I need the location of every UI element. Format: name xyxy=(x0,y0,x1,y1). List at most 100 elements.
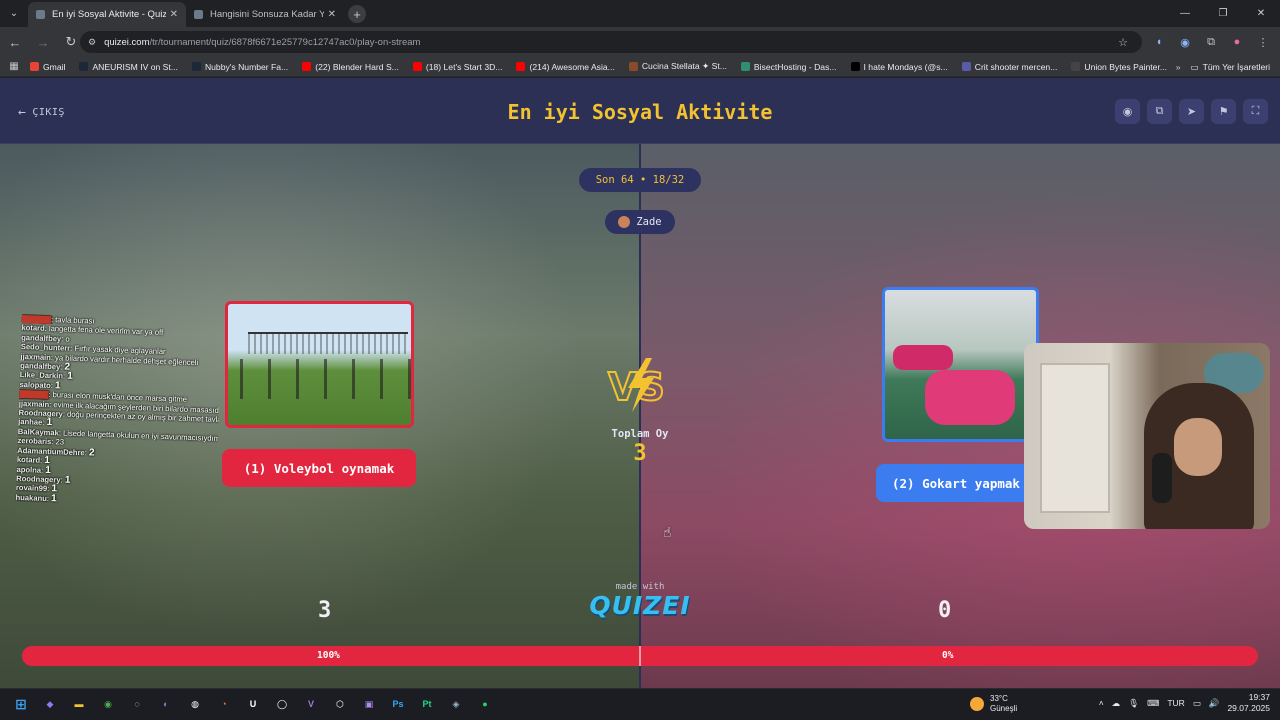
url-host: quizei.com xyxy=(104,36,150,48)
quizei-favicon-icon xyxy=(194,10,203,19)
close-tab-icon[interactable]: ✕ xyxy=(170,9,178,20)
chat-text: 2 xyxy=(88,447,95,459)
left-option-image[interactable] xyxy=(225,301,414,428)
weather-widget[interactable]: 33°C Güneşli xyxy=(970,694,1017,714)
bookmark-item[interactable]: Cucina Stellata ✦ St... xyxy=(628,61,727,72)
apps-grid-icon[interactable]: ▦ xyxy=(0,61,28,72)
keyboard-icon[interactable]: ⌨ xyxy=(1147,698,1159,709)
bookmark-star-icon[interactable]: ☆ xyxy=(1118,36,1128,49)
mic-tray-icon[interactable]: 🎙 xyxy=(1128,698,1139,709)
close-window-icon[interactable]: ✕ xyxy=(1242,0,1280,27)
github-icon[interactable]: ◯ xyxy=(271,693,293,715)
quizei-favicon-icon xyxy=(36,10,45,19)
restore-icon[interactable]: ❐ xyxy=(1204,0,1242,27)
bookmark-label: ANEURISM IV on St... xyxy=(92,61,178,72)
stream-chat-overlay: ▇▇▇▇▇: tavla burası kotard: langetta fena… xyxy=(15,314,221,509)
language-indicator[interactable]: TUR xyxy=(1167,698,1184,708)
mouse-cursor-icon: ☝ xyxy=(663,524,672,540)
streamer-webcam xyxy=(1024,343,1270,529)
share-send-icon[interactable]: ➤ xyxy=(1179,99,1204,124)
quizei-logo: QUIZEI xyxy=(589,591,691,620)
gokart-shape xyxy=(893,345,953,370)
blender-icon[interactable]: ◔ xyxy=(213,693,235,715)
bookmark-item[interactable]: Gmail xyxy=(30,62,65,72)
bookmarks-bar: ▦ Gmail ANEURISM IV on St... Nubby's Numbe… xyxy=(0,57,1280,77)
discord-icon[interactable]: ◐ xyxy=(155,693,177,715)
app-icon[interactable]: ◍ xyxy=(184,693,206,715)
bookmark-label: Nubby's Number Fa... xyxy=(204,61,289,72)
visual-studio-icon[interactable]: V xyxy=(300,693,322,715)
spotify-icon[interactable]: ● xyxy=(474,693,496,715)
copilot-icon[interactable]: ◆ xyxy=(39,693,61,715)
bookmark-label: I hate Mondays (@s... xyxy=(863,61,948,72)
bookmark-item[interactable]: Union Bytes Painter... xyxy=(1071,62,1167,72)
network-icon[interactable]: ▭ xyxy=(1193,698,1201,709)
close-tab-icon[interactable]: ✕ xyxy=(328,9,336,20)
tray-chevron-icon[interactable]: ˄ xyxy=(1099,698,1104,708)
report-flag-icon[interactable]: ⚑ xyxy=(1211,99,1236,124)
clock-date: 29.07.2025 xyxy=(1227,703,1270,713)
player-badge: Zade xyxy=(605,210,675,234)
volume-icon[interactable]: 🔊 xyxy=(1209,698,1220,709)
bookmark-item[interactable]: (18) Let's Start 3D... xyxy=(412,62,502,72)
bookmark-label: (22) Blender Hard S... xyxy=(315,61,399,72)
minimize-icon[interactable]: — xyxy=(1166,0,1204,27)
app-icon[interactable]: ⬡ xyxy=(329,693,351,715)
bookmarks-overflow-icon[interactable]: » xyxy=(1176,62,1181,72)
bookmark-item[interactable]: (22) Blender Hard S... xyxy=(302,62,399,72)
tab-search-chevron-icon[interactable]: ⌄ xyxy=(0,0,28,27)
tab-quizei[interactable]: En iyi Sosyal Aktivite - Quizei ✕ xyxy=(28,2,186,27)
twitch-icon[interactable]: ▣ xyxy=(358,693,380,715)
right-option-button[interactable]: (2) Gokart yapmak xyxy=(876,464,1036,502)
extension-icon[interactable]: ◉ xyxy=(1174,31,1196,53)
browser-menu-icon[interactable]: ⋮ xyxy=(1252,31,1274,53)
avatar xyxy=(618,216,631,228)
back-arrow-icon[interactable]: ← xyxy=(2,29,28,55)
file-explorer-icon[interactable]: ▬ xyxy=(68,693,90,715)
address-bar[interactable]: ⚙ quizei.com/tr/tournament/quiz/6878f667… xyxy=(80,31,1142,53)
bookmark-favicon-icon xyxy=(516,62,526,71)
bookmark-item[interactable]: Nubby's Number Fa... xyxy=(191,61,289,72)
chat-username: ▇▇▇▇▇ xyxy=(19,389,49,400)
new-tab-plus-icon[interactable]: + xyxy=(348,5,366,23)
eye-icon[interactable]: ◉ xyxy=(1115,99,1140,124)
gokart-shape xyxy=(925,370,1015,425)
chrome-icon[interactable]: ◉ xyxy=(97,693,119,715)
bookmark-item[interactable]: I hate Mondays (@s... xyxy=(850,61,948,72)
clock[interactable]: 19:37 29.07.2025 xyxy=(1227,692,1270,714)
fullscreen-icon[interactable]: ⛶ xyxy=(1243,99,1268,124)
bookmark-favicon-icon xyxy=(412,62,422,71)
cloud-icon[interactable]: ☁ xyxy=(1112,698,1121,709)
bookmarks-folder[interactable]: » ▭ Tüm Yer İşaretleri xyxy=(1176,57,1270,77)
bookmark-item[interactable]: Crit shooter mercen... xyxy=(961,62,1057,72)
bookmark-item[interactable]: BisectHosting - Das... xyxy=(740,62,837,72)
photoshop-icon[interactable]: Ps xyxy=(387,693,409,715)
browser-toolbar: ← → ↻ ⚙ quizei.com/tr/tournament/quiz/68… xyxy=(0,27,1280,57)
weather-desc: Güneşli xyxy=(990,704,1018,713)
bookmark-favicon-icon xyxy=(302,62,312,71)
unreal-icon[interactable]: U xyxy=(242,693,264,715)
bookmark-favicon-icon xyxy=(1071,62,1081,71)
right-option-image[interactable] xyxy=(882,287,1039,442)
pycharm-icon[interactable]: Pt xyxy=(416,693,438,715)
extensions-puzzle-icon[interactable]: ⧉ xyxy=(1200,31,1222,53)
bookmark-item[interactable]: (214) Awesome Asia... xyxy=(516,62,615,72)
steam-icon[interactable]: ◈ xyxy=(445,693,467,715)
chat-username: kotard xyxy=(21,323,45,334)
profile-avatar-icon[interactable]: ● xyxy=(1226,31,1248,53)
webcam-face xyxy=(1174,418,1222,476)
volleyball-net xyxy=(248,332,408,354)
app-icon[interactable]: ◌ xyxy=(126,693,148,715)
players-silhouettes xyxy=(228,359,411,399)
windows-start-icon[interactable]: ⊞ xyxy=(10,693,32,715)
tab-hangisini[interactable]: Hangisini Sonsuza Kadar Yasakl ✕ xyxy=(186,2,344,27)
bookmark-item[interactable]: ANEURISM IV on St... xyxy=(79,61,178,72)
extension-icon[interactable]: ◖ xyxy=(1148,31,1170,53)
site-info-icon[interactable]: ⚙ xyxy=(88,37,96,48)
chat-text: 1 xyxy=(50,492,57,505)
quiz-page: ← ÇIKIŞ En iyi Sosyal Aktivite ◉ ⧉ ➤ ⚑ ⛶… xyxy=(0,78,1280,688)
copy-icon[interactable]: ⧉ xyxy=(1147,99,1172,124)
forward-arrow-icon[interactable]: → xyxy=(30,29,56,55)
chat-text: 1 xyxy=(64,474,71,486)
microphone-icon xyxy=(1152,453,1172,503)
